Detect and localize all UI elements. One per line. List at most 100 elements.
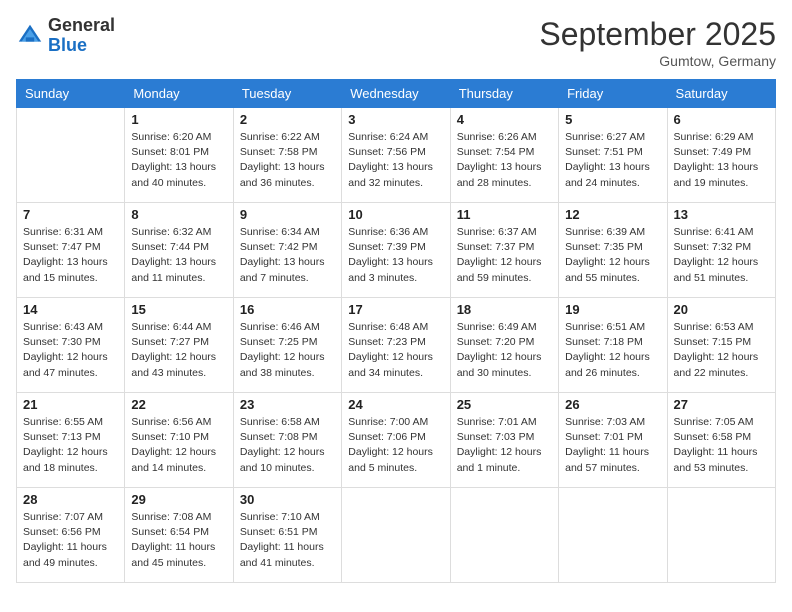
day-number: 8 xyxy=(131,207,226,222)
day-info: Sunrise: 6:20 AM Sunset: 8:01 PM Dayligh… xyxy=(131,130,226,191)
logo: General Blue xyxy=(16,16,115,56)
title-block: September 2025 Gumtow, Germany xyxy=(539,16,776,69)
day-info: Sunrise: 6:37 AM Sunset: 7:37 PM Dayligh… xyxy=(457,225,552,286)
col-thursday: Thursday xyxy=(450,80,558,108)
table-row: 22 Sunrise: 6:56 AM Sunset: 7:10 PM Dayli… xyxy=(125,393,233,488)
table-row: 10 Sunrise: 6:36 AM Sunset: 7:39 PM Dayli… xyxy=(342,203,450,298)
logo-icon xyxy=(16,22,44,50)
calendar-header-row: Sunday Monday Tuesday Wednesday Thursday… xyxy=(17,80,776,108)
week-row-3: 14 Sunrise: 6:43 AM Sunset: 7:30 PM Dayli… xyxy=(17,298,776,393)
table-row: 23 Sunrise: 6:58 AM Sunset: 7:08 PM Dayli… xyxy=(233,393,341,488)
day-info: Sunrise: 6:44 AM Sunset: 7:27 PM Dayligh… xyxy=(131,320,226,381)
day-number: 10 xyxy=(348,207,443,222)
day-info: Sunrise: 7:03 AM Sunset: 7:01 PM Dayligh… xyxy=(565,415,660,476)
day-info: Sunrise: 7:08 AM Sunset: 6:54 PM Dayligh… xyxy=(131,510,226,571)
table-row: 29 Sunrise: 7:08 AM Sunset: 6:54 PM Dayli… xyxy=(125,488,233,583)
day-info: Sunrise: 6:58 AM Sunset: 7:08 PM Dayligh… xyxy=(240,415,335,476)
col-sunday: Sunday xyxy=(17,80,125,108)
logo-text: General Blue xyxy=(48,16,115,56)
day-number: 19 xyxy=(565,302,660,317)
day-info: Sunrise: 7:05 AM Sunset: 6:58 PM Dayligh… xyxy=(674,415,769,476)
week-row-4: 21 Sunrise: 6:55 AM Sunset: 7:13 PM Dayli… xyxy=(17,393,776,488)
logo-general: General xyxy=(48,16,115,36)
table-row xyxy=(450,488,558,583)
day-number: 26 xyxy=(565,397,660,412)
table-row: 14 Sunrise: 6:43 AM Sunset: 7:30 PM Dayli… xyxy=(17,298,125,393)
day-number: 2 xyxy=(240,112,335,127)
day-number: 3 xyxy=(348,112,443,127)
day-info: Sunrise: 7:00 AM Sunset: 7:06 PM Dayligh… xyxy=(348,415,443,476)
day-number: 28 xyxy=(23,492,118,507)
day-info: Sunrise: 6:31 AM Sunset: 7:47 PM Dayligh… xyxy=(23,225,118,286)
day-number: 15 xyxy=(131,302,226,317)
day-number: 5 xyxy=(565,112,660,127)
col-monday: Monday xyxy=(125,80,233,108)
table-row xyxy=(667,488,775,583)
day-info: Sunrise: 6:46 AM Sunset: 7:25 PM Dayligh… xyxy=(240,320,335,381)
table-row: 18Sunrise: 6:49 AM Sunset: 7:20 PM Dayli… xyxy=(450,298,558,393)
table-row: 27Sunrise: 7:05 AM Sunset: 6:58 PM Dayli… xyxy=(667,393,775,488)
table-row xyxy=(17,108,125,203)
day-info: Sunrise: 6:24 AM Sunset: 7:56 PM Dayligh… xyxy=(348,130,443,191)
day-number: 1 xyxy=(131,112,226,127)
day-number: 21 xyxy=(23,397,118,412)
month-title: September 2025 xyxy=(539,16,776,53)
day-number: 30 xyxy=(240,492,335,507)
day-number: 22 xyxy=(131,397,226,412)
table-row: 5 Sunrise: 6:27 AM Sunset: 7:51 PM Daylig… xyxy=(559,108,667,203)
day-number: 12 xyxy=(565,207,660,222)
table-row: 3 Sunrise: 6:24 AM Sunset: 7:56 PM Daylig… xyxy=(342,108,450,203)
day-number: 20 xyxy=(674,302,769,317)
day-number: 17 xyxy=(348,302,443,317)
day-number: 24 xyxy=(348,397,443,412)
table-row xyxy=(559,488,667,583)
col-tuesday: Tuesday xyxy=(233,80,341,108)
day-info: Sunrise: 7:10 AM Sunset: 6:51 PM Dayligh… xyxy=(240,510,335,571)
day-info: Sunrise: 6:39 AM Sunset: 7:35 PM Dayligh… xyxy=(565,225,660,286)
day-info: Sunrise: 6:27 AM Sunset: 7:51 PM Dayligh… xyxy=(565,130,660,191)
day-number: 11 xyxy=(457,207,552,222)
day-info: Sunrise: 6:49 AM Sunset: 7:20 PM Dayligh… xyxy=(457,320,552,381)
table-row: 13 Sunrise: 6:41 AM Sunset: 7:32 PM Dayli… xyxy=(667,203,775,298)
day-info: Sunrise: 6:55 AM Sunset: 7:13 PM Dayligh… xyxy=(23,415,118,476)
day-info: Sunrise: 6:22 AM Sunset: 7:58 PM Dayligh… xyxy=(240,130,335,191)
table-row: 26 Sunrise: 7:03 AM Sunset: 7:01 PM Dayli… xyxy=(559,393,667,488)
day-info: Sunrise: 6:51 AM Sunset: 7:18 PM Dayligh… xyxy=(565,320,660,381)
table-row: 6Sunrise: 6:29 AM Sunset: 7:49 PM Daylig… xyxy=(667,108,775,203)
day-info: Sunrise: 6:41 AM Sunset: 7:32 PM Dayligh… xyxy=(674,225,769,286)
table-row: 16 Sunrise: 6:46 AM Sunset: 7:25 PM Dayli… xyxy=(233,298,341,393)
day-number: 29 xyxy=(131,492,226,507)
calendar-table: Sunday Monday Tuesday Wednesday Thursday… xyxy=(16,79,776,583)
day-info: Sunrise: 6:48 AM Sunset: 7:23 PM Dayligh… xyxy=(348,320,443,381)
day-number: 25 xyxy=(457,397,552,412)
day-number: 14 xyxy=(23,302,118,317)
table-row: 4Sunrise: 6:26 AM Sunset: 7:54 PM Daylig… xyxy=(450,108,558,203)
day-number: 9 xyxy=(240,207,335,222)
page-header: General Blue September 2025 Gumtow, Germ… xyxy=(16,16,776,69)
table-row: 7 Sunrise: 6:31 AM Sunset: 7:47 PM Daylig… xyxy=(17,203,125,298)
day-number: 7 xyxy=(23,207,118,222)
table-row: 15 Sunrise: 6:44 AM Sunset: 7:27 PM Dayli… xyxy=(125,298,233,393)
day-info: Sunrise: 6:26 AM Sunset: 7:54 PM Dayligh… xyxy=(457,130,552,191)
day-number: 6 xyxy=(674,112,769,127)
col-wednesday: Wednesday xyxy=(342,80,450,108)
col-saturday: Saturday xyxy=(667,80,775,108)
day-info: Sunrise: 7:07 AM Sunset: 6:56 PM Dayligh… xyxy=(23,510,118,571)
table-row: 1 Sunrise: 6:20 AM Sunset: 8:01 PM Daylig… xyxy=(125,108,233,203)
logo-blue: Blue xyxy=(48,36,115,56)
day-info: Sunrise: 6:43 AM Sunset: 7:30 PM Dayligh… xyxy=(23,320,118,381)
week-row-2: 7 Sunrise: 6:31 AM Sunset: 7:47 PM Daylig… xyxy=(17,203,776,298)
day-number: 16 xyxy=(240,302,335,317)
table-row: 25Sunrise: 7:01 AM Sunset: 7:03 PM Dayli… xyxy=(450,393,558,488)
table-row xyxy=(342,488,450,583)
day-number: 23 xyxy=(240,397,335,412)
day-number: 13 xyxy=(674,207,769,222)
table-row: 24 Sunrise: 7:00 AM Sunset: 7:06 PM Dayli… xyxy=(342,393,450,488)
day-info: Sunrise: 6:36 AM Sunset: 7:39 PM Dayligh… xyxy=(348,225,443,286)
day-info: Sunrise: 6:56 AM Sunset: 7:10 PM Dayligh… xyxy=(131,415,226,476)
location: Gumtow, Germany xyxy=(539,53,776,69)
week-row-1: 1 Sunrise: 6:20 AM Sunset: 8:01 PM Daylig… xyxy=(17,108,776,203)
table-row: 20Sunrise: 6:53 AM Sunset: 7:15 PM Dayli… xyxy=(667,298,775,393)
table-row: 12 Sunrise: 6:39 AM Sunset: 7:35 PM Dayli… xyxy=(559,203,667,298)
day-info: Sunrise: 6:32 AM Sunset: 7:44 PM Dayligh… xyxy=(131,225,226,286)
